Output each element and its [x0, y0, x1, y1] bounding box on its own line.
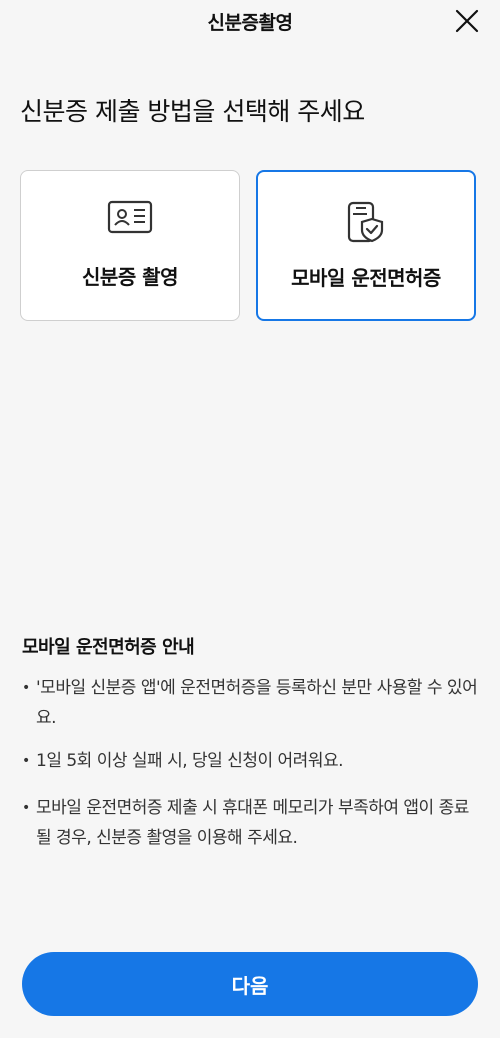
option-id-capture[interactable]: 신분증 촬영: [20, 170, 240, 321]
bullet-icon: •: [22, 800, 30, 816]
header: 신분증촬영: [0, 0, 500, 44]
notice-item: • 1일 5회 이상 실패 시, 당일 신청이 어려워요.: [22, 746, 482, 776]
page-title: 신분증촬영: [207, 12, 293, 34]
option-mobile-license[interactable]: 모바일 운전면허증: [256, 170, 476, 321]
notice-item: • '모바일 신분증 앱'에 운전면허증을 등록하신 분만 사용할 수 있어요.: [22, 673, 482, 733]
option-label: 모바일 운전면허증: [291, 266, 441, 290]
id-card-icon: [107, 199, 153, 239]
bullet-icon: •: [22, 680, 30, 696]
option-label: 신분증 촬영: [82, 265, 178, 289]
next-button[interactable]: 다음: [22, 952, 478, 1016]
notice-text: 모바일 운전면허증 제출 시 휴대폰 메모리가 부족하여 앱이 종료될 경우, …: [36, 798, 469, 848]
bullet-icon: •: [22, 753, 30, 769]
close-button[interactable]: [454, 8, 480, 34]
notice-text: '모바일 신분증 앱'에 운전면허증을 등록하신 분만 사용할 수 있어요.: [36, 678, 478, 728]
section-heading: 신분증 제출 방법을 선택해 주세요: [20, 97, 365, 126]
mobile-shield-icon: [344, 200, 388, 248]
notice-title: 모바일 운전면허증 안내: [22, 637, 195, 658]
notice-item: • 모바일 운전면허증 제출 시 휴대폰 메모리가 부족하여 앱이 종료될 경우…: [22, 793, 482, 853]
notice-text: 1일 5회 이상 실패 시, 당일 신청이 어려워요.: [36, 751, 344, 771]
close-icon: [455, 9, 479, 33]
